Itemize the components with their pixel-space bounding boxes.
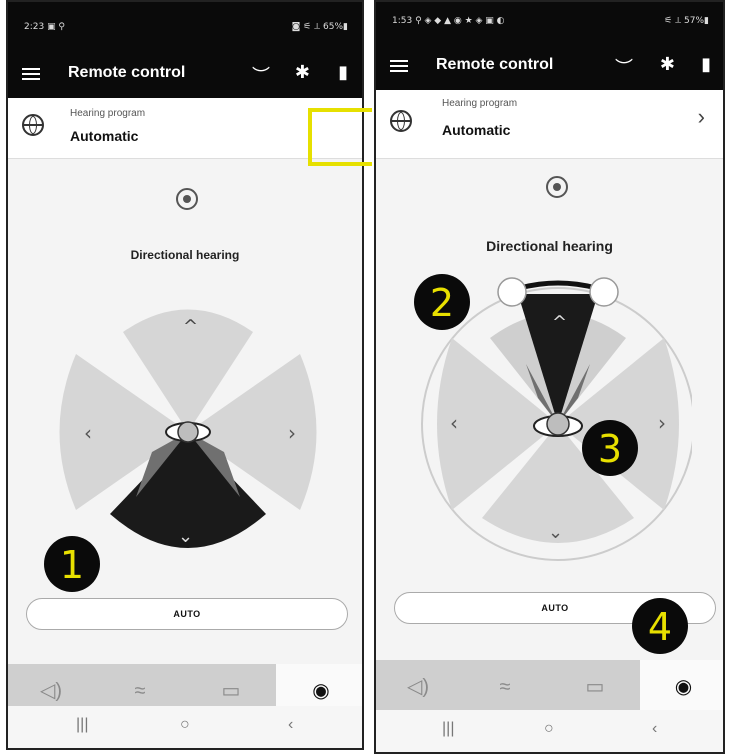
directional-icon bbox=[176, 188, 198, 210]
stream-tab[interactable]: ▭ bbox=[550, 660, 640, 714]
volume-tab[interactable]: ◁) bbox=[376, 660, 460, 714]
screen-icon: ▭ bbox=[585, 676, 605, 698]
page-title: Remote control bbox=[436, 56, 554, 73]
status-time: 1:53 ⚲ ◈ ◆ ▲ ◉ ★ ◈ ▣ ◐ bbox=[392, 16, 505, 26]
program-value: Automatic bbox=[442, 122, 511, 138]
target-icon: ◉ bbox=[312, 680, 330, 702]
status-bar: 1:53 ⚲ ◈ ◆ ▲ ◉ ★ ◈ ▣ ◐ ⚟ ⟂ 57%▮ bbox=[376, 2, 723, 46]
down-arrow-icon: ⌄ bbox=[178, 526, 193, 547]
wave-icon: ≈ bbox=[134, 680, 146, 702]
directional-hearing-label: Directional hearing bbox=[486, 238, 613, 254]
right-arrow-icon: › bbox=[658, 411, 666, 435]
app-title-bar: Remote control ︶ ✱ ▮ bbox=[376, 42, 723, 90]
page-title: Remote control bbox=[68, 64, 186, 81]
callout-badge-1: 1 bbox=[44, 536, 100, 592]
program-label: Hearing program bbox=[442, 98, 518, 109]
recent-apps-icon[interactable]: ||| bbox=[442, 720, 454, 738]
down-arrow-icon: ⌄ bbox=[548, 522, 563, 543]
status-icons: ⚟ ⟂ 57%▮ bbox=[664, 16, 709, 26]
volume-icon: ◁) bbox=[406, 676, 430, 698]
status-bar: 2:23 ▣ ⚲ ◙ ⚟ ⟂ 65%▮ bbox=[8, 2, 362, 50]
menu-icon[interactable] bbox=[390, 60, 408, 72]
handle-left bbox=[497, 277, 527, 307]
right-arrow-icon: › bbox=[288, 421, 296, 445]
bluetooth-icon: ✱ bbox=[294, 62, 310, 82]
directional-icon bbox=[546, 176, 568, 198]
bluetooth-icon: ✱ bbox=[659, 54, 675, 74]
hearing-aid-icon: ︶ bbox=[615, 58, 633, 78]
system-nav-bar: ||| ○ ‹ bbox=[8, 706, 362, 748]
status-time: 2:23 ▣ ⚲ bbox=[24, 22, 66, 32]
home-icon[interactable]: ○ bbox=[180, 716, 190, 734]
direction-dial[interactable]: ^ ⌄ ‹ › bbox=[48, 292, 328, 572]
battery-icon: ▮ bbox=[338, 62, 348, 82]
home-icon[interactable]: ○ bbox=[544, 720, 554, 738]
auto-button[interactable]: AUTO bbox=[26, 598, 348, 630]
up-arrow-icon: ^ bbox=[183, 316, 198, 337]
left-arrow-icon: ‹ bbox=[84, 421, 92, 445]
directional-tab[interactable]: ◉ bbox=[640, 660, 723, 714]
program-value: Automatic bbox=[70, 128, 139, 144]
callout-badge-2: 2 bbox=[414, 274, 470, 330]
globe-icon bbox=[22, 114, 44, 136]
target-icon: ◉ bbox=[674, 676, 693, 698]
up-arrow-icon: ^ bbox=[552, 312, 567, 333]
sound-tab[interactable]: ≈ bbox=[460, 660, 550, 714]
app-title-bar: Remote control ︶ ✱ ▮ bbox=[8, 50, 362, 98]
bottom-nav: ◁) ≈ ▭ ◉ bbox=[376, 660, 723, 714]
directional-hearing-label: Directional hearing bbox=[130, 248, 240, 262]
system-nav-bar: ||| ○ ‹ bbox=[376, 710, 723, 752]
program-label: Hearing program bbox=[70, 108, 146, 119]
wave-icon: ≈ bbox=[499, 676, 511, 698]
callout-badge-4: 4 bbox=[632, 598, 688, 654]
globe-icon bbox=[390, 110, 412, 132]
back-icon[interactable]: ‹ bbox=[652, 720, 657, 738]
menu-icon[interactable] bbox=[22, 68, 40, 80]
hearing-program-selector[interactable]: Hearing program Automatic › bbox=[376, 90, 723, 159]
status-icons: ◙ ⚟ ⟂ 65%▮ bbox=[291, 22, 348, 32]
screen-icon: ▭ bbox=[221, 680, 241, 702]
callout-line-top bbox=[358, 108, 372, 112]
right-phone-screen: 1:53 ⚲ ◈ ◆ ▲ ◉ ★ ◈ ▣ ◐ ⚟ ⟂ 57%▮ Remote c… bbox=[374, 0, 725, 754]
handle-right bbox=[589, 277, 619, 307]
recent-apps-icon[interactable]: ||| bbox=[76, 716, 88, 734]
hearing-aid-icon: ︶ bbox=[252, 66, 270, 86]
left-arrow-icon: ‹ bbox=[450, 411, 458, 435]
chevron-right-icon[interactable]: › bbox=[698, 104, 705, 130]
back-icon[interactable]: ‹ bbox=[288, 716, 293, 734]
battery-icon: ▮ bbox=[701, 54, 711, 74]
callout-badge-3: 3 bbox=[582, 420, 638, 476]
callout-line-bottom bbox=[358, 162, 372, 166]
callout-box bbox=[308, 108, 364, 166]
volume-icon: ◁) bbox=[39, 680, 63, 702]
